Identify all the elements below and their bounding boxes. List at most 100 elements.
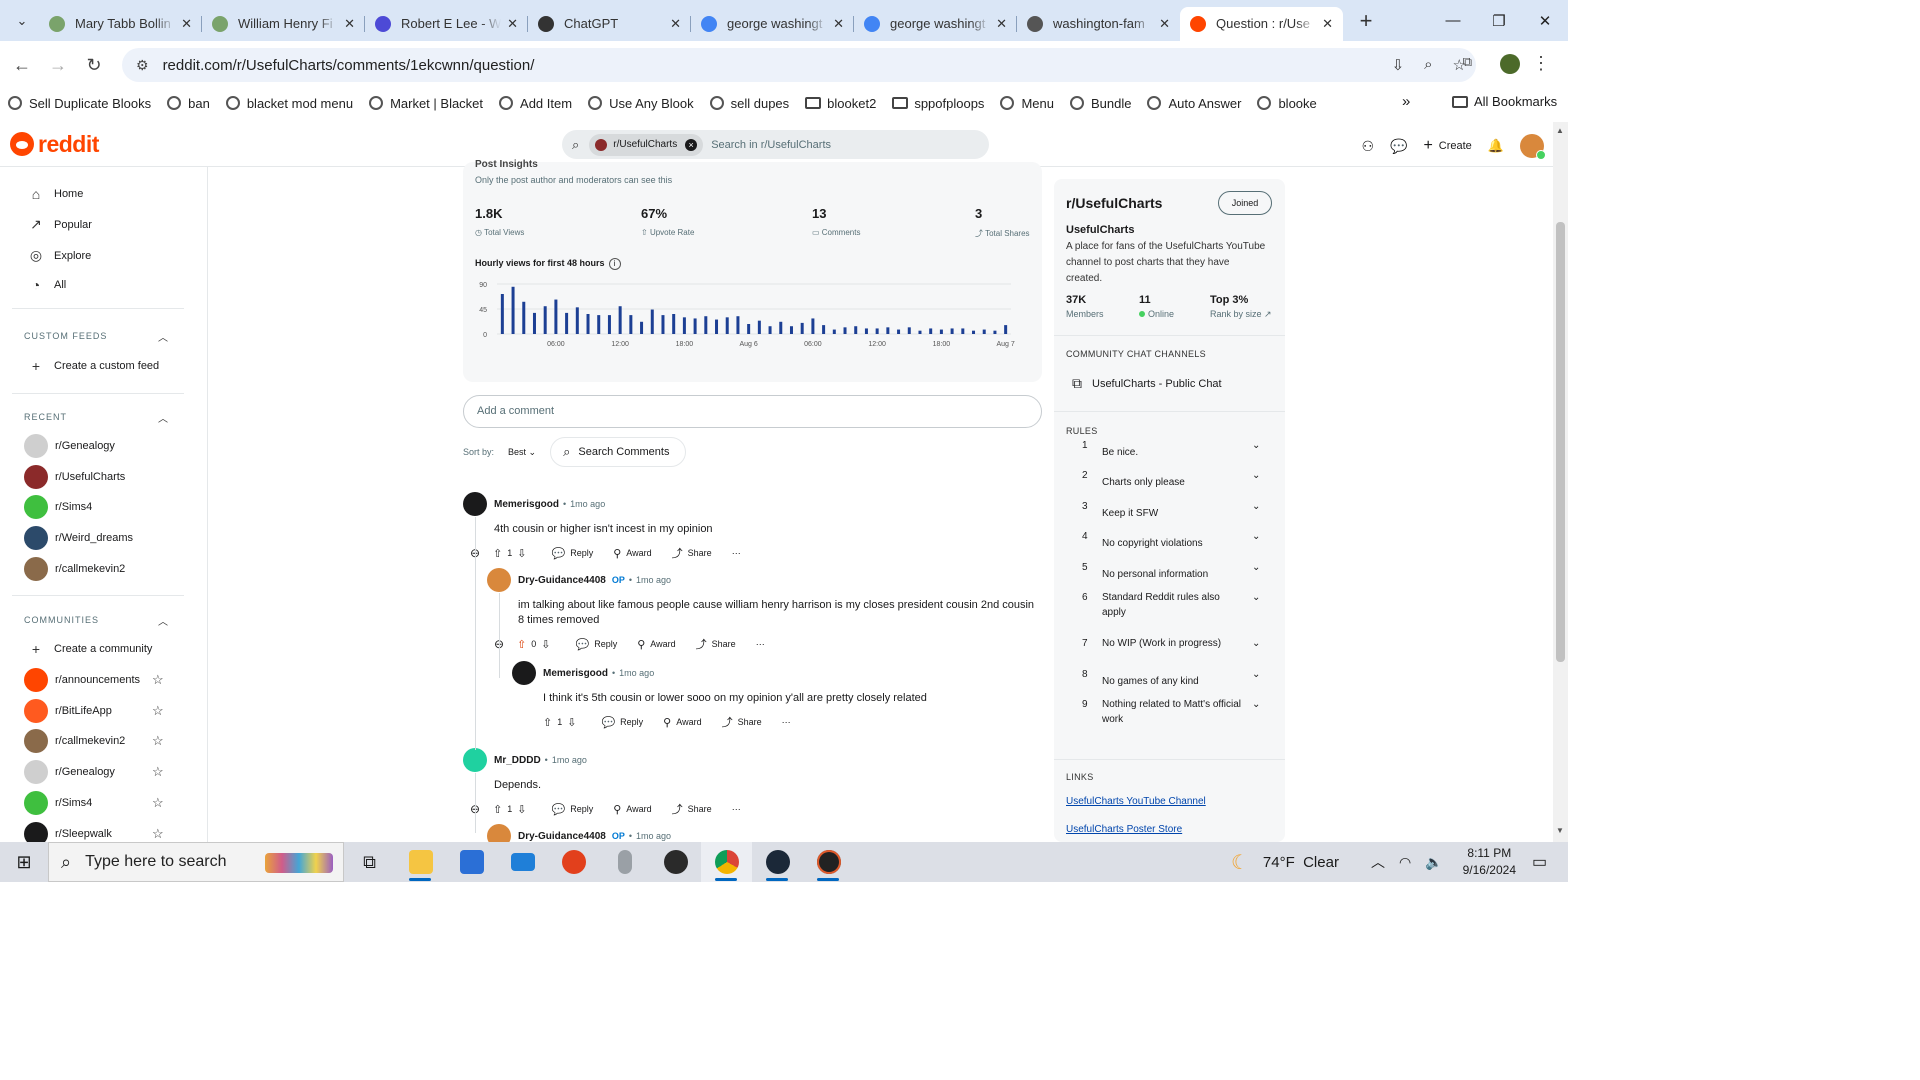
- site-info-icon[interactable]: ⚙: [136, 57, 149, 74]
- bookmark-item[interactable]: blooke: [1257, 96, 1317, 111]
- share-button[interactable]: ⤴ Share: [722, 714, 762, 730]
- subreddit-link[interactable]: r/Genealogy ☆: [24, 760, 164, 785]
- clock[interactable]: 8:11 PM 9/16/2024: [1463, 845, 1516, 879]
- downvote-icon[interactable]: ⇩: [541, 638, 550, 651]
- new-tab-button[interactable]: +: [1353, 8, 1379, 34]
- browser-menu-icon[interactable]: ⋮: [1532, 53, 1550, 74]
- comment-author[interactable]: Dry-Guidance4408: [518, 575, 606, 586]
- bookmark-item[interactable]: sell dupes: [709, 96, 789, 111]
- browser-tab[interactable]: george washingt ✕: [854, 7, 1017, 41]
- downvote-icon[interactable]: ⇩: [517, 547, 526, 560]
- tab-search-button[interactable]: ⌄: [5, 7, 39, 35]
- scroll-up-icon[interactable]: ▲: [1556, 126, 1564, 135]
- chevron-down-icon[interactable]: ⌄: [1252, 470, 1260, 481]
- reload-button[interactable]: ↻: [76, 55, 112, 76]
- chevron-down-icon[interactable]: ⌄: [1252, 440, 1260, 451]
- chevron-down-icon[interactable]: ⌄: [1252, 501, 1260, 512]
- mail-icon[interactable]: [497, 842, 548, 882]
- commenter-avatar[interactable]: [512, 661, 536, 685]
- downvote-icon[interactable]: ⇩: [517, 803, 526, 816]
- weather-widget[interactable]: ☾ 74°F Clear: [1231, 850, 1339, 875]
- browser-tab[interactable]: Mary Tabb Bollin ✕: [39, 7, 202, 41]
- chevron-down-icon[interactable]: ⌄: [1252, 669, 1260, 680]
- more-options-icon[interactable]: ⋯: [732, 548, 741, 559]
- browser-tab[interactable]: ChatGPT ✕: [528, 7, 691, 41]
- comment-author[interactable]: Dry-Guidance4408: [518, 831, 606, 842]
- subreddit-link[interactable]: r/Sleepwalk ☆: [24, 821, 164, 842]
- chat-channel-link[interactable]: ⧉ UsefulCharts - Public Chat: [1072, 375, 1222, 392]
- windows-start-icon[interactable]: ⊞: [0, 852, 48, 873]
- browser-tab[interactable]: george washingt ✕: [691, 7, 854, 41]
- create-button[interactable]: + Create: [1423, 137, 1471, 155]
- browser-tab[interactable]: William Henry Fi ✕: [202, 7, 365, 41]
- close-tab-icon[interactable]: ✕: [996, 16, 1007, 32]
- chrome-icon[interactable]: [701, 842, 752, 882]
- award-button[interactable]: ⚲ Award: [613, 803, 651, 816]
- communities-header[interactable]: COMMUNITIES ︿: [24, 615, 168, 628]
- commenter-avatar[interactable]: [463, 748, 487, 772]
- profile-avatar[interactable]: [1500, 54, 1520, 74]
- browser-tab[interactable]: Question : r/Use ✕: [1180, 6, 1343, 41]
- install-app-icon[interactable]: ⇩: [1392, 56, 1405, 74]
- subreddit-chip[interactable]: r/UsefulCharts ×: [589, 133, 704, 156]
- close-window-button[interactable]: ✕: [1522, 0, 1568, 41]
- subreddit-link[interactable]: r/callmekevin2: [24, 556, 125, 581]
- chevron-down-icon[interactable]: ⌄: [1252, 592, 1260, 603]
- minimize-button[interactable]: —: [1430, 0, 1476, 41]
- task-view-icon[interactable]: ⧉: [344, 842, 395, 882]
- close-tab-icon[interactable]: ✕: [670, 16, 681, 32]
- favorite-star-icon[interactable]: ☆: [152, 826, 164, 842]
- comment-author[interactable]: Mr_DDDD: [494, 755, 541, 766]
- upvote-icon[interactable]: ⇧: [493, 803, 502, 816]
- reply-button[interactable]: 💬 Reply: [601, 716, 643, 729]
- extensions-icon[interactable]: ⧉: [1463, 54, 1472, 70]
- browser-tab[interactable]: washington-fam ✕: [1017, 7, 1180, 41]
- chevron-up-icon[interactable]: ︿: [158, 410, 169, 425]
- more-options-icon[interactable]: ⋯: [756, 639, 765, 650]
- close-tab-icon[interactable]: ✕: [1159, 16, 1170, 32]
- nav-item-all[interactable]: ◔ All: [28, 277, 66, 293]
- restore-button[interactable]: ❐: [1476, 0, 1522, 41]
- recent-header[interactable]: RECENT ︿: [24, 412, 168, 425]
- favorite-star-icon[interactable]: ☆: [152, 795, 164, 811]
- subreddit-link[interactable]: r/BitLifeApp ☆: [24, 698, 164, 723]
- nav-item-home[interactable]: ⌂ Home: [28, 186, 84, 202]
- close-tab-icon[interactable]: ✕: [344, 16, 355, 32]
- bookmark-item[interactable]: ban: [167, 96, 210, 111]
- browser-tab[interactable]: Robert E Lee - W ✕: [365, 7, 528, 41]
- subreddit-link[interactable]: r/announcements ☆: [24, 668, 164, 692]
- favorite-star-icon[interactable]: ☆: [152, 764, 164, 780]
- downvote-icon[interactable]: ⇩: [567, 716, 576, 729]
- subreddit-link[interactable]: r/UsefulCharts: [24, 464, 125, 489]
- reddit-logo[interactable]: reddit: [10, 131, 99, 158]
- nav-item-popular[interactable]: ↗ Popular: [28, 216, 92, 233]
- chevron-down-icon[interactable]: ⌄: [1252, 638, 1260, 649]
- subreddit-link[interactable]: r/Sims4: [24, 495, 92, 520]
- advertise-icon[interactable]: ⚇: [1361, 138, 1374, 155]
- award-button[interactable]: ⚲ Award: [637, 638, 675, 651]
- volume-icon[interactable]: 🔈: [1425, 854, 1442, 871]
- subreddit-link[interactable]: r/Weird_dreams: [24, 526, 133, 551]
- subreddit-link[interactable]: r/callmekevin2 ☆: [24, 729, 164, 754]
- award-button[interactable]: ⚲ Award: [663, 716, 701, 729]
- obs-icon[interactable]: [650, 842, 701, 882]
- favorite-star-icon[interactable]: ☆: [152, 672, 164, 688]
- bookmark-item[interactable]: sppofploops: [892, 96, 984, 111]
- bookmark-item[interactable]: Bundle: [1069, 96, 1131, 111]
- taskbar-search[interactable]: ⌕ Type here to search: [48, 842, 344, 882]
- reddit-search[interactable]: ⌕ r/UsefulCharts × Search in r/UsefulCha…: [562, 130, 989, 159]
- upvote-icon[interactable]: ⇧: [493, 547, 502, 560]
- nav-item-explore[interactable]: ◎ Explore: [28, 247, 91, 264]
- comment-author[interactable]: Memerisgood: [494, 499, 559, 510]
- custom-feeds-header[interactable]: CUSTOM FEEDS ︿: [24, 331, 168, 344]
- more-options-icon[interactable]: ⋯: [782, 717, 791, 728]
- rank-stat[interactable]: Top 3% Rank by size ↗: [1210, 294, 1272, 320]
- upvote-icon[interactable]: ⇧: [543, 716, 552, 729]
- commenter-avatar[interactable]: [463, 492, 487, 516]
- close-tab-icon[interactable]: ✕: [181, 16, 192, 32]
- forward-button[interactable]: →: [40, 55, 76, 76]
- thread-line[interactable]: [499, 593, 500, 678]
- reply-button[interactable]: 💬 Reply: [552, 803, 594, 816]
- close-tab-icon[interactable]: ✕: [833, 16, 844, 32]
- hidden-icons-chevron-icon[interactable]: ︿: [1371, 852, 1385, 872]
